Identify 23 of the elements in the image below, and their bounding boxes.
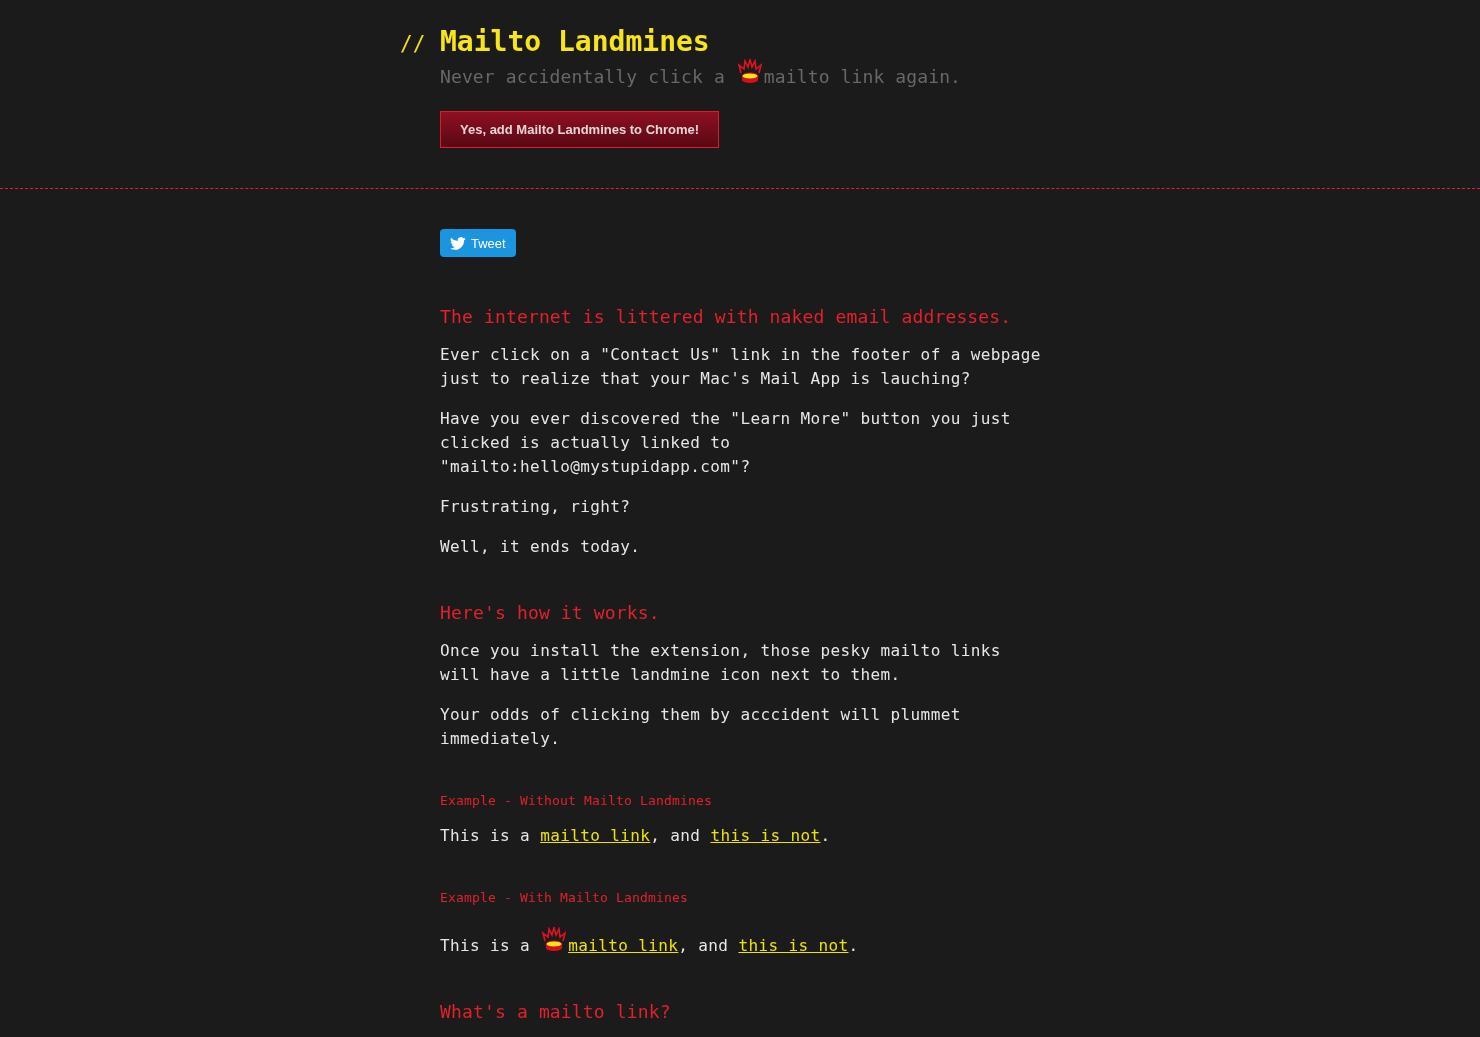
example-sentence: This is a mailto link, and this is not. bbox=[440, 921, 1046, 958]
example-label: Example - With Mailto Landmines bbox=[440, 889, 689, 907]
paragraph: Ever click on a "Contact Us" link in the footer of a webpage just to realize that your Mac's Mail App is lauching? bbox=[440, 344, 1042, 390]
bird-icon bbox=[450, 236, 466, 250]
title-prefix: // bbox=[400, 32, 427, 56]
text-link[interactable]: this is not bbox=[738, 936, 849, 955]
landmine-icon bbox=[735, 59, 764, 84]
example-sentence: This is a mailto link, and this is not. bbox=[440, 825, 832, 847]
section-heading: The internet is littered with naked email addresses. bbox=[440, 305, 1013, 329]
section-heading: What's a mailto link? bbox=[440, 1000, 672, 1024]
example-label: Example - Without Mailto Landmines bbox=[440, 792, 713, 810]
tagline: Never accidentally click a mailto link again. bbox=[440, 59, 1046, 89]
page-title: Mailto Landmines bbox=[440, 25, 710, 59]
paragraph: Well, it ends today. bbox=[440, 536, 642, 558]
paragraph: Your odds of clicking them by acccident will plummet immediately. bbox=[440, 704, 962, 750]
mailto-link[interactable]: mailto link bbox=[568, 936, 679, 955]
paragraph: Have you ever discovered the "Learn More" button you just clicked is actually linked to "mailto:hello@mystupidapp.com"? bbox=[440, 408, 1012, 478]
mailto-link[interactable]: mailto link bbox=[540, 826, 651, 845]
install-button[interactable]: Yes, add Mailto Landmines to Chrome! bbox=[440, 111, 720, 148]
text-link[interactable]: this is not bbox=[710, 826, 821, 845]
section-heading: Here's how it works. bbox=[440, 601, 661, 625]
paragraph: Once you install the extension, those pesky mailto links will have a little landmine icon next to them. bbox=[440, 640, 1002, 686]
paragraph: Frustrating, right? bbox=[440, 496, 632, 518]
